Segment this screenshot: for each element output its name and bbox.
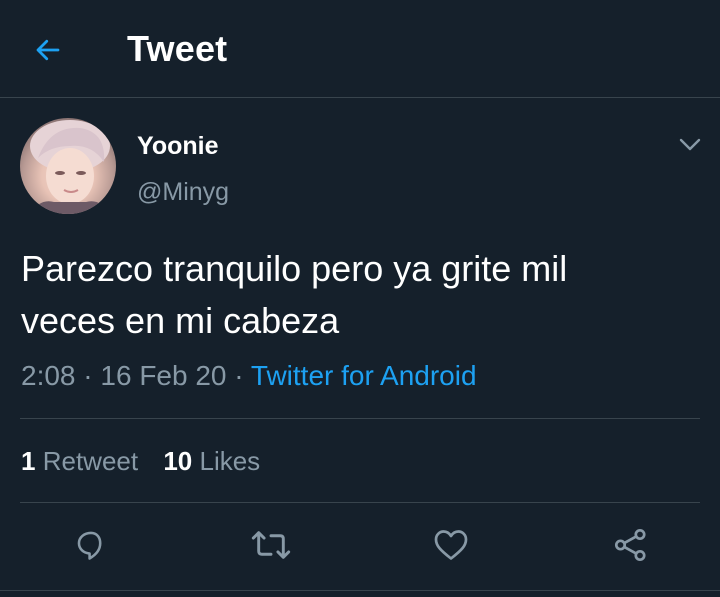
- divider: [0, 590, 720, 591]
- user-handle[interactable]: @Minyg: [137, 178, 229, 207]
- retweet-button[interactable]: [248, 522, 294, 568]
- retweet-icon: [251, 531, 291, 559]
- meta-separator: ·: [83, 360, 93, 391]
- reply-icon: [77, 531, 102, 560]
- like-button[interactable]: [428, 522, 474, 568]
- tweet-date: 16 Feb 20: [100, 360, 227, 391]
- top-bar: Tweet: [0, 0, 720, 98]
- reply-button[interactable]: [68, 522, 114, 568]
- user-display-name[interactable]: Yoonie: [137, 132, 218, 161]
- tweet-stats: 1 Retweet 10 Likes: [21, 446, 260, 477]
- page-title: Tweet: [127, 28, 228, 69]
- meta-separator: ·: [234, 360, 244, 391]
- back-button[interactable]: [28, 30, 68, 70]
- tweet-source-link[interactable]: Twitter for Android: [251, 360, 477, 391]
- divider: [20, 418, 700, 419]
- avatar[interactable]: [20, 118, 116, 214]
- like-icon: [434, 530, 468, 560]
- divider: [20, 502, 700, 503]
- tweet-text: Parezco tranquilo pero ya grite mil vece…: [21, 243, 701, 347]
- tweet-text-line: veces en mi cabeza: [21, 300, 340, 341]
- share-button[interactable]: [608, 522, 654, 568]
- likes-count: 10: [163, 446, 193, 476]
- retweets-count: 1: [21, 446, 36, 476]
- retweets-label: Retweet: [42, 446, 139, 476]
- retweets-stat[interactable]: 1 Retweet: [21, 446, 138, 476]
- tweet-time: 2:08: [21, 360, 76, 391]
- likes-label: Likes: [199, 446, 261, 476]
- likes-stat[interactable]: 10 Likes: [163, 446, 260, 476]
- tweet-meta: 2:08 · 16 Feb 20 · Twitter for Android: [21, 360, 477, 392]
- more-options-button[interactable]: [672, 130, 708, 160]
- arrow-left-icon: [36, 39, 60, 61]
- share-icon: [614, 528, 646, 562]
- chevron-down-icon: [679, 138, 701, 151]
- tweet-text-line: Parezco tranquilo pero ya grite mil: [21, 248, 568, 289]
- avatar-photo: [30, 120, 110, 214]
